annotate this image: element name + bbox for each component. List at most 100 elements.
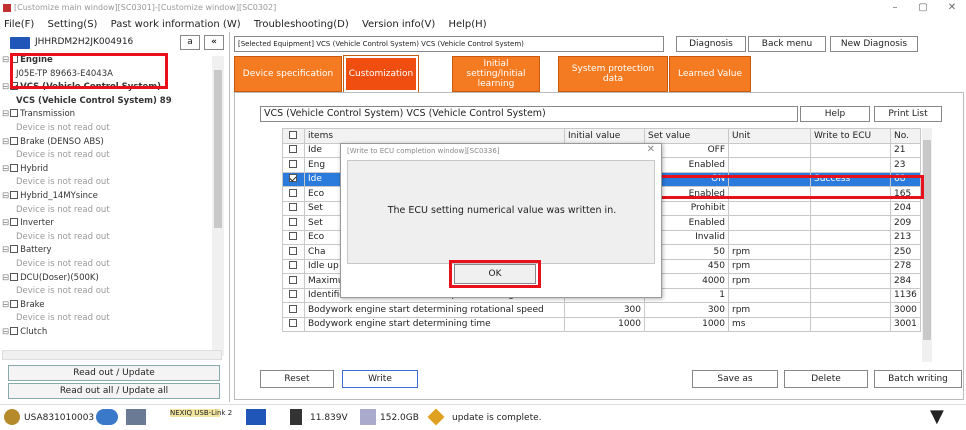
expand-icon[interactable]: ⊟: [2, 109, 9, 119]
tree-checkbox[interactable]: [10, 191, 19, 199]
column-header[interactable]: Set value: [644, 128, 729, 144]
table-row[interactable]: Bodywork engine start determining time 10…: [282, 316, 921, 332]
tree-checkbox[interactable]: [10, 109, 19, 118]
row-checkbox[interactable]: [288, 145, 297, 154]
help-button[interactable]: Help: [800, 106, 870, 122]
expand-icon[interactable]: ⊟: [2, 245, 9, 255]
tree-item[interactable]: ⊟ Brake: [2, 299, 45, 311]
table-row[interactable]: Bodywork engine start determining rotati…: [282, 302, 921, 318]
row-checkbox-cell[interactable]: [282, 287, 305, 303]
row-checkbox[interactable]: [288, 174, 297, 183]
tree-checkbox[interactable]: [10, 245, 19, 254]
tree-scrollbar[interactable]: [212, 56, 224, 356]
tab-device-specification[interactable]: Device specification: [234, 56, 342, 92]
menu-setting[interactable]: Setting(S): [47, 19, 97, 30]
tree-item[interactable]: ⊟ Hybrid_14MYsince: [2, 190, 98, 202]
tree-h-scrollbar[interactable]: [2, 350, 222, 360]
read-out-update-button[interactable]: Read out / Update: [8, 365, 220, 381]
tree-item[interactable]: ⊟ Brake (DENSO ABS): [2, 136, 104, 148]
tree-checkbox[interactable]: [10, 218, 19, 227]
tree-item[interactable]: Device is not read out: [16, 176, 110, 188]
row-checkbox-cell[interactable]: [282, 244, 305, 260]
expand-icon[interactable]: ⊟: [2, 82, 9, 92]
read-out-all-button[interactable]: Read out all / Update all: [8, 383, 220, 399]
expand-icon[interactable]: ⊟: [2, 164, 9, 174]
row-checkbox-cell[interactable]: [282, 142, 305, 158]
row-checkbox-cell[interactable]: [282, 200, 305, 216]
row-checkbox-cell[interactable]: [282, 258, 305, 274]
row-checkbox-cell[interactable]: [282, 171, 305, 187]
new-diagnosis-button[interactable]: New Diagnosis: [830, 36, 918, 52]
tree-item[interactable]: Device is not read out: [16, 204, 110, 216]
tree-checkbox[interactable]: [10, 136, 19, 145]
row-checkbox-cell[interactable]: [282, 157, 305, 173]
tree-item[interactable]: Device is not read out: [16, 231, 110, 243]
column-header[interactable]: items: [304, 128, 565, 144]
close-window-button[interactable]: ✕: [942, 0, 962, 16]
tree-item[interactable]: Device is not read out: [16, 258, 110, 270]
menu-file[interactable]: File(F): [4, 19, 34, 30]
tree-item[interactable]: ⊟ Hybrid: [2, 163, 48, 175]
tree-item[interactable]: ⊟ Inverter: [2, 217, 54, 229]
column-header[interactable]: Unit: [728, 128, 811, 144]
header-checkbox[interactable]: [288, 130, 297, 139]
tree-checkbox[interactable]: [10, 163, 19, 172]
expand-icon[interactable]: ⊟: [2, 137, 9, 147]
save-as-button[interactable]: Save as: [692, 370, 778, 388]
row-checkbox-cell[interactable]: [282, 229, 305, 245]
print-list-button[interactable]: Print List: [874, 106, 942, 122]
row-checkbox[interactable]: [288, 304, 297, 313]
row-checkbox[interactable]: [288, 232, 297, 241]
row-checkbox[interactable]: [288, 159, 297, 168]
row-checkbox[interactable]: [288, 217, 297, 226]
row-checkbox-cell[interactable]: [282, 273, 305, 289]
dialog-close-button[interactable]: ✕: [647, 144, 655, 155]
tab-system-protection[interactable]: System protection data: [558, 56, 668, 92]
tree-item[interactable]: Device is not read out: [16, 312, 110, 324]
minimize-button[interactable]: –: [885, 0, 905, 16]
maximize-button[interactable]: ▢: [913, 0, 933, 16]
row-checkbox[interactable]: [288, 203, 297, 212]
tree-item[interactable]: Device is not read out: [16, 149, 110, 161]
row-checkbox-cell[interactable]: [282, 215, 305, 231]
menu-version-info[interactable]: Version info(V): [362, 19, 435, 30]
row-checkbox[interactable]: [288, 319, 297, 328]
column-header[interactable]: No.: [890, 128, 921, 144]
reset-button[interactable]: Reset: [260, 370, 334, 388]
menu-past-work[interactable]: Past work information (W): [111, 19, 241, 30]
row-checkbox[interactable]: [288, 290, 297, 299]
tree-checkbox[interactable]: [10, 272, 19, 281]
diagnosis-button[interactable]: Diagnosis: [676, 36, 746, 52]
tab-initial-setting[interactable]: Initial setting/Initial learning: [452, 56, 540, 92]
row-checkbox-cell[interactable]: [282, 186, 305, 202]
tree-item[interactable]: ⊟ Battery: [2, 244, 52, 256]
row-checkbox[interactable]: [288, 246, 297, 255]
a-button[interactable]: a: [180, 35, 200, 50]
tree-item[interactable]: Device is not read out: [16, 122, 110, 134]
menu-help[interactable]: Help(H): [448, 19, 486, 30]
expand-icon[interactable]: ⊟: [2, 55, 9, 65]
expand-icon[interactable]: ⊟: [2, 300, 9, 310]
tab-learned-value[interactable]: Learned Value: [669, 56, 751, 92]
expand-icon[interactable]: ⊟: [2, 191, 9, 201]
collapse-button[interactable]: «: [204, 35, 224, 50]
tree-item[interactable]: ⊟ Clutch: [2, 326, 47, 338]
tab-customization[interactable]: Customization: [343, 55, 419, 93]
batch-writing-button[interactable]: Batch writing: [874, 370, 962, 388]
tree-checkbox[interactable]: [10, 327, 19, 335]
write-button[interactable]: Write: [342, 370, 418, 388]
tree-item[interactable]: ⊟ Transmission: [2, 108, 75, 120]
row-checkbox[interactable]: [288, 188, 297, 197]
column-header[interactable]: Write to ECU: [810, 128, 891, 144]
tree-item[interactable]: VCS (Vehicle Control System) 89: [16, 95, 172, 107]
expand-icon[interactable]: ⊟: [2, 218, 9, 228]
header-checkbox-cell[interactable]: [282, 128, 305, 144]
dropdown-arrow-icon[interactable]: ▼: [930, 407, 944, 427]
tree-item[interactable]: Device is not read out: [16, 285, 110, 297]
table-scrollbar[interactable]: [922, 128, 932, 362]
row-checkbox[interactable]: [288, 275, 297, 284]
back-menu-button[interactable]: Back menu: [748, 36, 826, 52]
row-checkbox-cell[interactable]: [282, 316, 305, 332]
tree-checkbox[interactable]: [10, 299, 19, 308]
menu-troubleshooting[interactable]: Troubleshooting(D): [254, 19, 349, 30]
